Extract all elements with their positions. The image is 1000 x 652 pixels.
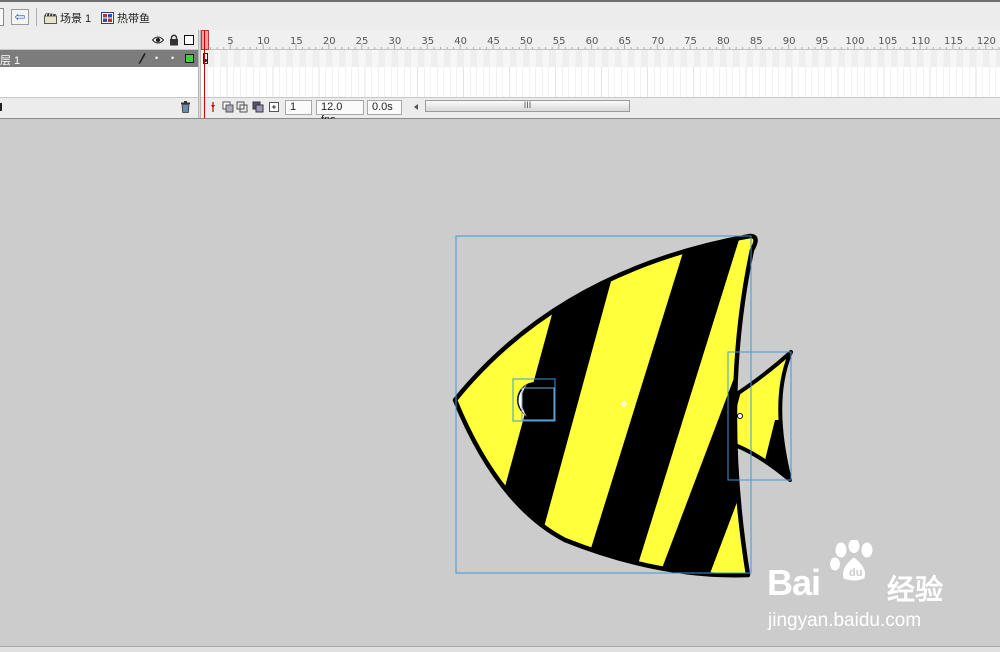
ruler-label: 35 (421, 36, 435, 47)
ruler-label: 40 (454, 36, 467, 47)
timeline-panel: 层 1 • • 5 10 15 20 25 30 35 40 45 50 55 60 65 70 75 80 8… (0, 30, 1000, 126)
edit-bar: ⇦ 场景 1 热带鱼 (0, 0, 1000, 30)
ruler-label: 5 (227, 36, 234, 47)
ruler-label: 30 (388, 36, 402, 47)
trash-icon[interactable] (180, 101, 191, 113)
onion-skin-outlines-icon[interactable] (236, 101, 248, 113)
outline-square-icon[interactable] (184, 35, 194, 45)
edit-multiple-frames-icon[interactable] (252, 101, 264, 113)
ruler-label: 80 (717, 36, 730, 47)
panel-edge-mark (0, 103, 2, 111)
back-button[interactable]: ⇦ (11, 9, 29, 25)
scroll-left-icon[interactable] (412, 103, 420, 111)
lock-dot-icon[interactable]: • (171, 53, 174, 63)
lock-icon[interactable] (169, 34, 179, 46)
layer-footer (0, 97, 198, 118)
timeline-scroll-thumb[interactable]: III (425, 100, 630, 112)
outline-color-swatch[interactable] (185, 54, 194, 63)
breadcrumb-symbol[interactable]: 热带鱼 (101, 10, 150, 26)
ruler-label: 115 (943, 36, 964, 47)
stage[interactable]: du Bai 经验 jingyan.baidu.com (0, 119, 1000, 652)
ruler-label: 75 (684, 36, 697, 47)
clapper-icon (44, 12, 57, 24)
ruler-label: 95 (815, 36, 829, 47)
baidu-watermark: du Bai 经验 jingyan.baidu.com (765, 540, 985, 631)
ruler-label: 10 (257, 36, 270, 47)
ruler-label: 105 (878, 36, 898, 47)
breadcrumb-symbol-label: 热带鱼 (117, 13, 150, 25)
center-frame-icon[interactable] (207, 101, 219, 113)
frame-grid[interactable] (201, 50, 1000, 97)
current-frame-field: 1 (285, 100, 312, 115)
watermark-brand: Bai (767, 562, 821, 603)
ruler-label: 65 (618, 36, 632, 47)
separator (36, 8, 37, 26)
playhead[interactable] (201, 30, 209, 50)
scroll-grip-icon: III (523, 100, 532, 110)
layer-list-empty (0, 67, 198, 97)
pencil-icon (138, 53, 146, 64)
movieclip-icon (101, 12, 114, 24)
ruler-label: 90 (782, 36, 796, 47)
ruler-label: 70 (651, 36, 665, 47)
ruler-label: 20 (322, 36, 336, 47)
ruler-label: 100 (845, 36, 865, 47)
ruler-label: 85 (749, 36, 763, 47)
panel-edge (0, 8, 4, 26)
ruler-label: 50 (519, 36, 533, 47)
layer-frames-row[interactable] (201, 50, 1000, 67)
ruler-label: 55 (552, 36, 566, 47)
back-arrow-icon: ⇦ (14, 9, 26, 24)
ruler-label: 120 (976, 36, 996, 47)
watermark-suffix: 经验 (887, 573, 944, 606)
frame-ruler[interactable]: 5 10 15 20 25 30 35 40 45 50 55 60 65 70 75 80 85 90 95 100… (201, 30, 1000, 50)
ruler-label: 60 (585, 36, 599, 47)
playhead-line (204, 30, 205, 118)
svg-text:du: du (849, 567, 862, 579)
ruler-label: 110 (911, 36, 931, 47)
ruler-label: 15 (289, 36, 303, 47)
ruler-label: 45 (487, 36, 500, 47)
transform-point-icon (737, 413, 743, 419)
eye-icon[interactable] (152, 35, 164, 45)
onion-skin-icon[interactable] (222, 101, 234, 113)
elapsed-time-field: 0.0s (367, 100, 402, 115)
frame-rate-field[interactable]: 12.0 fps (316, 100, 364, 126)
ruler-label: 25 (355, 36, 369, 47)
watermark-url: jingyan.baidu.com (768, 610, 922, 631)
paw-logo-icon: du (830, 540, 873, 581)
layer-name: 层 1 (0, 55, 21, 67)
breadcrumb-scene[interactable]: 场景 1 (44, 10, 91, 26)
visibility-dot-icon[interactable]: • (155, 53, 158, 63)
layer-header (0, 30, 198, 50)
breadcrumb-scene-label: 场景 1 (60, 13, 92, 25)
layer-row[interactable]: 层 1 • • (0, 50, 198, 67)
modify-onion-markers-icon[interactable] (268, 101, 280, 113)
stage-bottom-bar (0, 646, 1000, 652)
